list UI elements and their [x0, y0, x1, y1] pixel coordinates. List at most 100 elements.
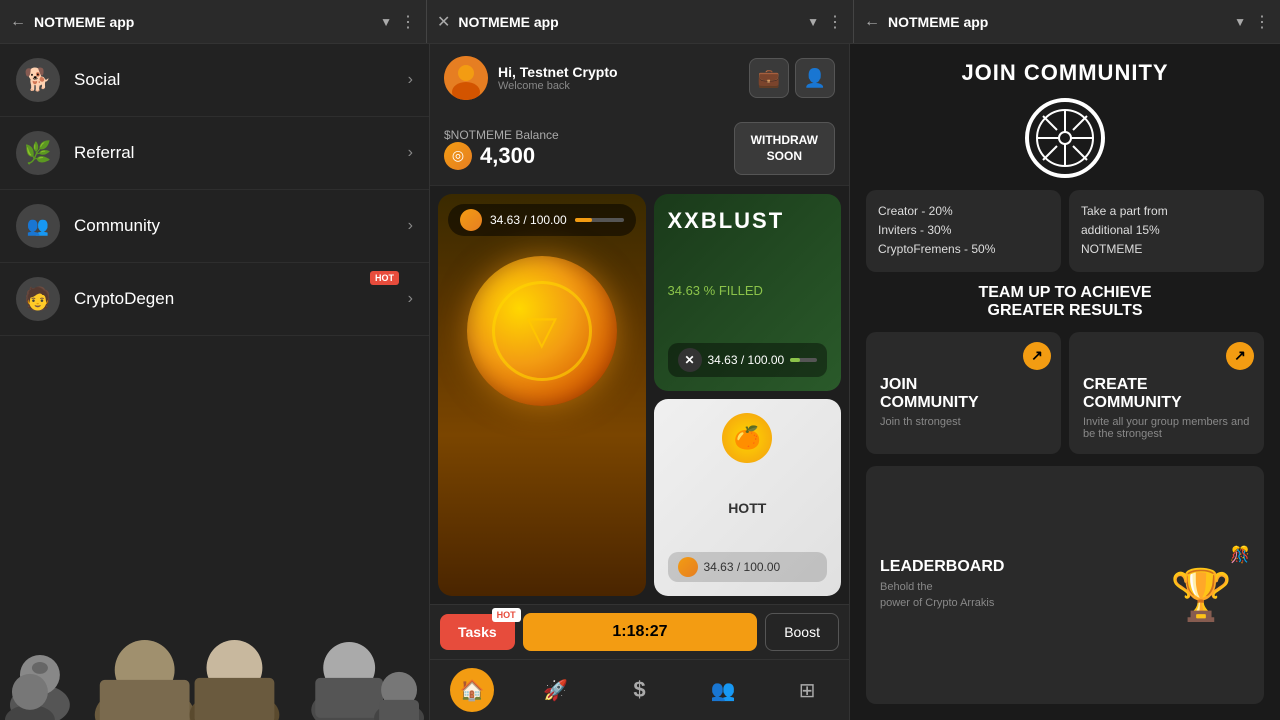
tasks-hot-badge: HOT [492, 608, 521, 622]
avatar [444, 56, 488, 100]
bottom-nav: 🏠 🚀 $ 👥 ⊞ [430, 659, 849, 720]
back-icon-2[interactable]: ← [864, 13, 880, 31]
timer-display: 1:18:27 [523, 613, 758, 651]
info-creator: Creator - 20% [878, 202, 1049, 221]
create-arrow-icon: ↗ [1226, 342, 1254, 370]
xxblust-progress-text: 34.63 / 100.00 [708, 353, 785, 367]
coin-symbol: ▽ [526, 308, 557, 354]
balance-label: $NOTMEME Balance [444, 128, 720, 142]
referral-label: Referral [74, 143, 394, 163]
hot-badge: HOT [370, 271, 399, 285]
sidebar-item-community[interactable]: 👥 Community › [0, 190, 429, 263]
wheel-icon [1025, 98, 1105, 178]
bottom-action-bar: Tasks HOT 1:18:27 Boost [430, 604, 849, 659]
pill-coin-icon [460, 209, 482, 231]
balance-info: $NOTMEME Balance ◎ 4,300 [444, 128, 720, 170]
right-panel: JOIN COMMUNITY C [850, 44, 1280, 720]
sidebar-item-referral[interactable]: 🌿 Referral › [0, 117, 429, 190]
info-card-right: Take a part from additional 15% NOTMEME [1069, 190, 1264, 272]
coin-progress-text: 34.63 / 100.00 [490, 213, 567, 227]
confetti-icon: 🎊 [1230, 545, 1250, 565]
user-header: Hi, Testnet Crypto Welcome back 💼 👤 [430, 44, 849, 112]
info-card-left: Creator - 20% Inviters - 30% CryptoFreme… [866, 190, 1061, 272]
social-label: Social [74, 70, 394, 90]
sidebar-item-social[interactable]: 🐕 Social › [0, 44, 429, 117]
xxblust-card: XXBLUST 34.63 % FILLED ✕ 34.63 / 100.00 [654, 194, 842, 391]
sidebar-item-cryptodegen[interactable]: 🧑 CryptoDegen HOT › [0, 263, 429, 336]
dropdown-arrow-1[interactable]: ▼ [380, 15, 392, 29]
leaderboard-sub: Behold thepower of Crypto Arrakis [880, 580, 1150, 611]
cryptodegen-chevron: › [408, 290, 413, 308]
balance-value: 4,300 [480, 143, 535, 169]
join-card-sub: Join th strongest [880, 416, 1047, 428]
right-cards: XXBLUST 34.63 % FILLED ✕ 34.63 / 100.00 … [654, 194, 842, 596]
nav-community[interactable]: 👥 [701, 668, 745, 712]
nav-home[interactable]: 🏠 [450, 668, 494, 712]
withdraw-button[interactable]: WITHDRAW SOON [734, 122, 835, 175]
wallet-button[interactable]: 💼 [749, 58, 789, 98]
app-title-3: NOTMEME app [888, 14, 1226, 30]
community-label: Community [74, 216, 394, 236]
coin-card: 34.63 / 100.00 ▽ [438, 194, 646, 596]
hott-progress-text: 34.63 / 100.00 [704, 560, 781, 574]
top-bar-section-1: ← NOTMEME app ▼ ⋮ [0, 0, 427, 43]
hott-label: HOTT [728, 500, 766, 516]
xxblust-progress-fill [790, 358, 799, 362]
join-card-title: JOINCOMMUNITY [880, 376, 1047, 412]
nav-dollar[interactable]: $ [617, 668, 661, 712]
xxblust-title: XXBLUST [668, 208, 828, 234]
notmeme-coin-icon: ◎ [444, 142, 472, 170]
join-community-card[interactable]: ↗ JOINCOMMUNITY Join th strongest [866, 332, 1061, 454]
back-icon-1[interactable]: ← [10, 13, 26, 31]
app-title-2: NOTMEME app [458, 14, 799, 30]
trophy-area: 🎊 🏆 [1160, 545, 1250, 625]
main-content: 🐕 Social › 🌿 Referral › 👥 Community › 🧑 … [0, 44, 1280, 720]
leaderboard-text: LEADERBOARD Behold thepower of Crypto Ar… [880, 558, 1150, 611]
info-take-part: Take a part from [1081, 202, 1252, 221]
top-bar-section-3: ← NOTMEME app ▼ ⋮ [854, 0, 1280, 43]
referral-chevron: › [408, 144, 413, 162]
xxblust-subtitle: 34.63 % FILLED [668, 283, 828, 298]
profile-button[interactable]: 👤 [795, 58, 835, 98]
social-icon: 🐕 [16, 58, 60, 102]
characters-svg [0, 560, 429, 720]
nav-grid[interactable]: ⊞ [785, 668, 829, 712]
community-chevron: › [408, 217, 413, 235]
coin-progress-fill [575, 218, 592, 222]
cards-area: 34.63 / 100.00 ▽ XXBLUST 34.63 % FILLED [430, 186, 849, 604]
xxblust-progress: ✕ 34.63 / 100.00 [668, 343, 828, 377]
close-icon[interactable]: ✕ [437, 12, 450, 32]
app-title-1: NOTMEME app [34, 14, 372, 30]
info-notmeme: NOTMEME [1081, 240, 1252, 259]
community-icon: 👥 [16, 204, 60, 248]
leaderboard-card[interactable]: LEADERBOARD Behold thepower of Crypto Ar… [866, 466, 1264, 704]
user-sub: Welcome back [498, 80, 739, 92]
join-title: JOIN COMMUNITY [866, 60, 1264, 86]
boost-button[interactable]: Boost [765, 613, 839, 651]
dropdown-arrow-3[interactable]: ▼ [1234, 15, 1246, 29]
info-additional: additional 15% [1081, 221, 1252, 240]
xxblust-progress-bar [790, 358, 817, 362]
tasks-button[interactable]: Tasks HOT [440, 614, 515, 650]
coin-inner: ▽ [492, 281, 592, 381]
left-panel: 🐕 Social › 🌿 Referral › 👥 Community › 🧑 … [0, 44, 430, 720]
create-community-card[interactable]: ↗ CREATECOMMUNITY Invite all your group … [1069, 332, 1264, 454]
dropdown-arrow-2[interactable]: ▼ [807, 15, 819, 29]
referral-icon: 🌿 [16, 131, 60, 175]
big-coin[interactable]: ▽ [467, 256, 617, 406]
join-arrow-icon: ↗ [1023, 342, 1051, 370]
nav-rocket[interactable]: 🚀 [534, 668, 578, 712]
hott-coin-icon [678, 557, 698, 577]
menu-dots-1[interactable]: ⋮ [400, 12, 416, 32]
balance-row: $NOTMEME Balance ◎ 4,300 WITHDRAW SOON [430, 112, 849, 186]
coin-progress-pill: 34.63 / 100.00 [448, 204, 636, 236]
top-bar-section-2: ✕ NOTMEME app ▼ ⋮ [427, 0, 854, 43]
wheel-svg [1035, 108, 1095, 168]
info-inviters: Inviters - 30% [878, 221, 1049, 240]
menu-dots-2[interactable]: ⋮ [827, 12, 843, 32]
xxblust-x-icon: ✕ [678, 348, 702, 372]
wheel-container [866, 98, 1264, 178]
top-bar: ← NOTMEME app ▼ ⋮ ✕ NOTMEME app ▼ ⋮ ← NO… [0, 0, 1280, 44]
menu-dots-3[interactable]: ⋮ [1254, 12, 1270, 32]
cryptodegen-icon: 🧑 [16, 277, 60, 321]
